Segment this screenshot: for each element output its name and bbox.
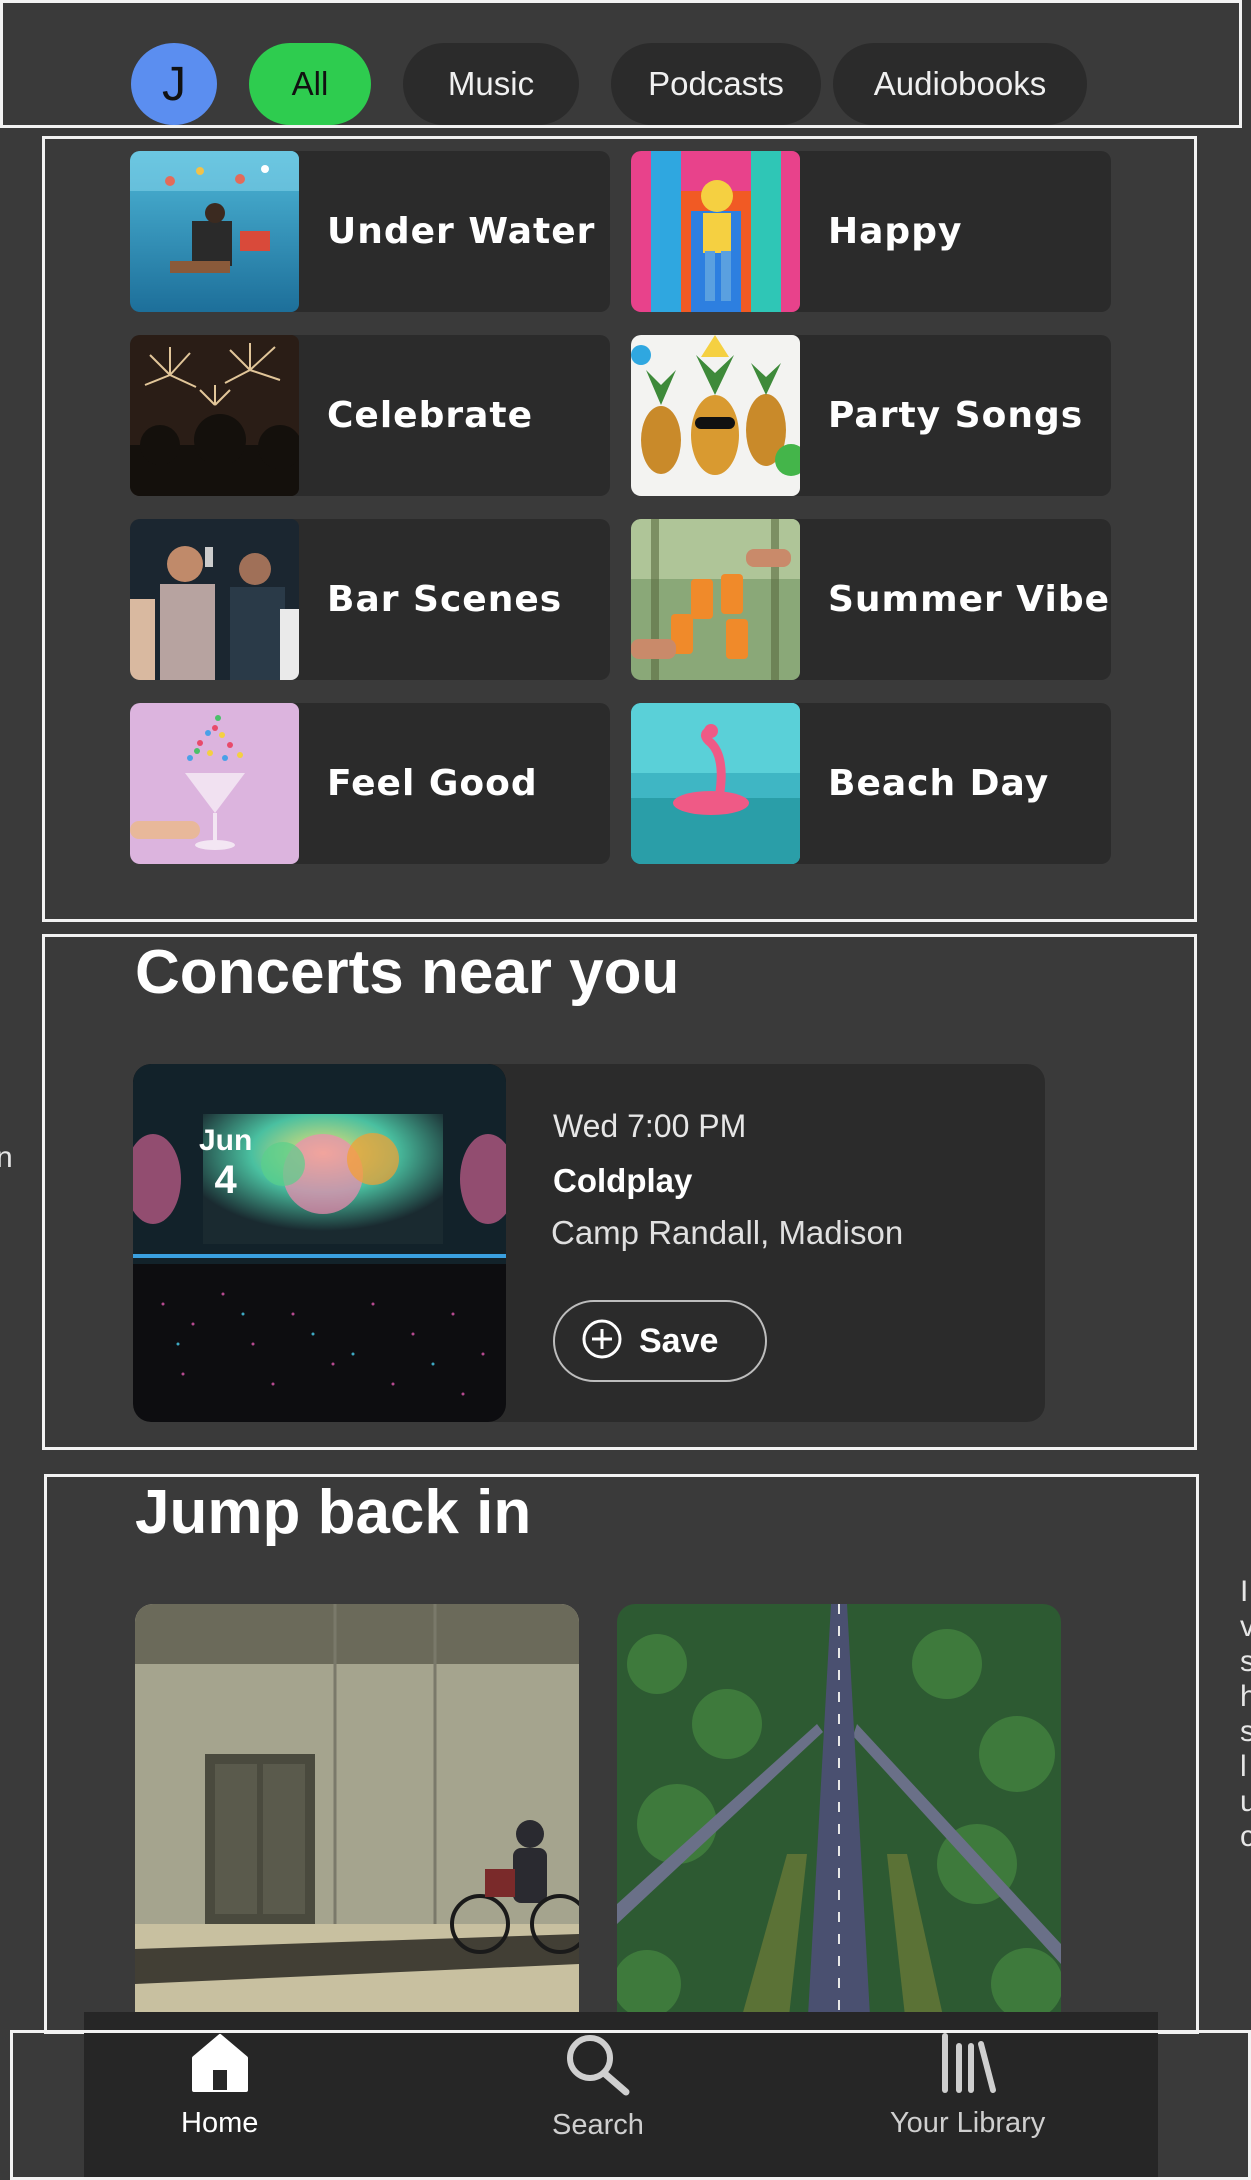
street-cyclist-photo bbox=[135, 1604, 579, 2034]
tile-title: Party Songs bbox=[828, 395, 1084, 436]
tile-summer-vibe[interactable]: Summer Vibe bbox=[631, 519, 1111, 680]
concert-month: Jun bbox=[199, 1124, 253, 1157]
tile-title: Feel Good bbox=[327, 763, 538, 804]
tile-beach-day[interactable]: Beach Day bbox=[631, 703, 1111, 864]
bar-crowd-photo bbox=[130, 519, 299, 680]
cocktail-sprinkles-photo bbox=[130, 703, 299, 864]
section-title: Concerts near you bbox=[135, 938, 680, 1007]
concerts-section: Concerts near you Jun 4 Wed 7:00 PM Cold… bbox=[42, 934, 1197, 1450]
tile-feel-good[interactable]: Feel Good bbox=[130, 703, 610, 864]
concert-time: Wed 7:00 PM bbox=[553, 1108, 747, 1144]
shortcut-grid: Under Water Happy Celebrate Party Songs … bbox=[42, 136, 1197, 922]
concert-date: Jun 4 bbox=[199, 1124, 252, 1203]
underwater-photo bbox=[130, 151, 299, 312]
filter-chip-row: J All Music Podcasts Audiobooks bbox=[131, 43, 1119, 125]
tile-title: Beach Day bbox=[828, 763, 1050, 804]
concert-card[interactable]: Jun 4 Wed 7:00 PM Coldplay Camp Randall,… bbox=[133, 1064, 1045, 1422]
fireworks-photo bbox=[130, 335, 299, 496]
flamingo-float-photo bbox=[631, 703, 800, 864]
chip-audiobooks[interactable]: Audiobooks bbox=[833, 43, 1087, 125]
tile-title: Happy bbox=[828, 211, 963, 252]
concert-day: 4 bbox=[214, 1158, 237, 1202]
avatar[interactable]: J bbox=[131, 43, 217, 125]
forest-highway-photo bbox=[617, 1604, 1061, 2034]
edge-char: c bbox=[1240, 1820, 1251, 1853]
tile-title: Summer Vibe bbox=[828, 579, 1111, 620]
edge-char: s bbox=[1240, 1645, 1251, 1678]
pineapples-photo bbox=[631, 335, 800, 496]
tile-celebrate[interactable]: Celebrate bbox=[130, 335, 610, 496]
edge-char: v bbox=[1240, 1610, 1251, 1643]
edge-text-left: n bbox=[0, 1141, 13, 1174]
bottom-nav-frame bbox=[10, 2030, 1251, 2180]
edge-char: h bbox=[1240, 1680, 1251, 1713]
section-title: Jump back in bbox=[135, 1478, 532, 1547]
tile-under-water[interactable]: Under Water bbox=[130, 151, 610, 312]
plus-circle-icon bbox=[581, 1318, 623, 1365]
concert-photo: Jun 4 bbox=[133, 1064, 506, 1422]
edge-char: I bbox=[1240, 1575, 1249, 1608]
tile-title: Celebrate bbox=[327, 395, 534, 436]
edge-char: u bbox=[1240, 1785, 1251, 1818]
tile-bar-scenes[interactable]: Bar Scenes bbox=[130, 519, 610, 680]
cheers-drinks-photo bbox=[631, 519, 800, 680]
tile-happy[interactable]: Happy bbox=[631, 151, 1111, 312]
jump-card-highway[interactable] bbox=[617, 1604, 1061, 2034]
jump-back-section: Jump back in bbox=[44, 1474, 1199, 2034]
edge-char: s bbox=[1240, 1715, 1251, 1748]
tile-title: Bar Scenes bbox=[327, 579, 563, 620]
filter-bar: J All Music Podcasts Audiobooks bbox=[0, 0, 1242, 128]
tile-title: Under Water bbox=[327, 211, 596, 252]
chip-podcasts[interactable]: Podcasts bbox=[611, 43, 821, 125]
chip-music[interactable]: Music bbox=[403, 43, 579, 125]
concert-venue: Camp Randall, Madison bbox=[551, 1214, 904, 1251]
tile-party-songs[interactable]: Party Songs bbox=[631, 335, 1111, 496]
jump-card-street[interactable] bbox=[135, 1604, 579, 2034]
save-button[interactable]: Save bbox=[553, 1300, 767, 1382]
edge-char: l bbox=[1240, 1750, 1247, 1783]
colorful-wall-photo bbox=[631, 151, 800, 312]
chip-all[interactable]: All bbox=[249, 43, 371, 125]
edge-text-right: I v s h s l u c bbox=[1240, 1574, 1251, 1854]
concert-artist: Coldplay bbox=[553, 1162, 693, 1199]
save-label: Save bbox=[639, 1321, 719, 1360]
